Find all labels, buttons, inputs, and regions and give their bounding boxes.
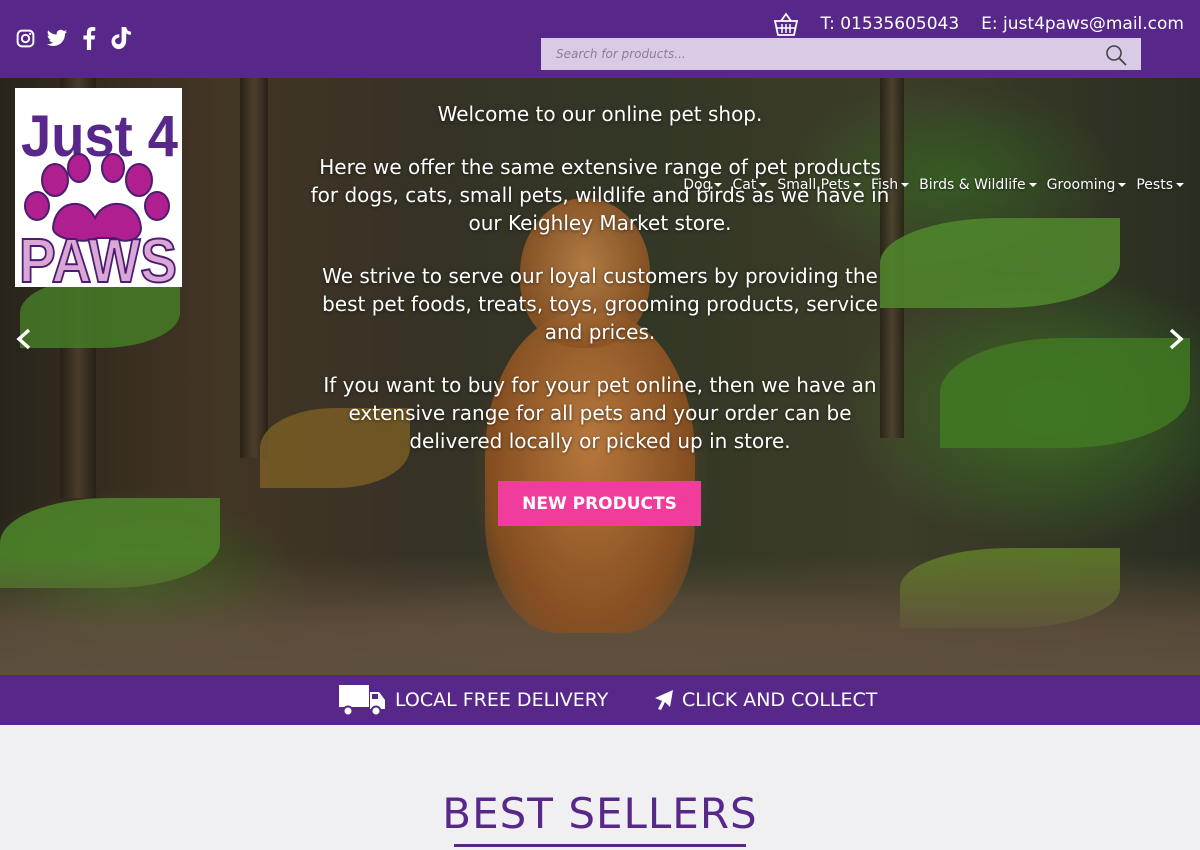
nav-item-grooming[interactable]: Grooming (1047, 177, 1127, 193)
title-underline (454, 844, 746, 847)
caret-down-icon (853, 183, 862, 187)
tiktok-icon[interactable] (110, 26, 132, 50)
email-address[interactable]: E: just4paws@mail.com (981, 14, 1184, 34)
click-collect-label: CLICK AND COLLECT (682, 689, 878, 711)
instagram-icon[interactable] (14, 26, 36, 50)
click-collect-feature: CLICK AND COLLECT (654, 683, 877, 717)
logo-line2: PAWS (19, 227, 177, 287)
nav-item-cat[interactable]: Cat (732, 177, 768, 193)
top-bar: T: 01535605043 E: just4paws@mail.com (0, 0, 1200, 78)
caret-down-icon (1118, 183, 1127, 187)
caret-down-icon (1176, 183, 1184, 187)
cursor-arrow-icon (655, 690, 673, 710)
facebook-icon[interactable] (78, 26, 100, 50)
carousel-next-icon[interactable] (1164, 328, 1186, 350)
caret-down-icon (759, 183, 768, 187)
nav-item-pests[interactable]: Pests (1136, 177, 1184, 193)
hero-paragraph: Here we offer the same extensive range o… (310, 155, 890, 235)
twitter-icon[interactable] (46, 26, 68, 50)
nav-item-small-pets[interactable]: Small Pets (777, 177, 862, 193)
hero-paragraph: We strive to serve our loyal customers b… (322, 264, 878, 344)
nav-item-dog[interactable]: Dog (683, 177, 723, 193)
carousel-prev-icon[interactable] (14, 328, 36, 350)
social-links (14, 26, 132, 50)
nav-item-fish[interactable]: Fish (871, 177, 910, 193)
nav-item-birds-wildlife[interactable]: Birds & Wildlife (919, 177, 1037, 193)
search-input[interactable] (541, 38, 1141, 70)
new-products-button[interactable]: NEW PRODUCTS (498, 481, 701, 526)
search-bar (541, 38, 1141, 70)
caret-down-icon (1028, 183, 1037, 187)
caret-down-icon (714, 183, 723, 187)
best-sellers-title: BEST SELLERS (442, 789, 758, 838)
hero-text: Welcome to our online pet shop. Here we … (310, 100, 890, 480)
service-strip: LOCAL FREE DELIVERY CLICK AND COLLECT (0, 675, 1200, 725)
hero-paragraph: Welcome to our online pet shop. (437, 102, 763, 126)
caret-down-icon (901, 183, 910, 187)
local-delivery-label: LOCAL FREE DELIVERY (395, 689, 609, 711)
local-delivery-feature: LOCAL FREE DELIVERY (338, 683, 608, 717)
site-logo[interactable]: Just 4 PAWS (15, 88, 182, 297)
best-sellers-section: BEST SELLERS (0, 725, 1200, 850)
logo-line1: Just 4 (21, 104, 178, 169)
basket-icon[interactable] (773, 11, 799, 37)
hero-paragraph: If you want to buy for your pet online, … (323, 373, 877, 453)
phone-number[interactable]: T: 01535605043 (821, 14, 960, 34)
delivery-van-icon (339, 685, 385, 717)
search-icon[interactable] (1105, 44, 1127, 66)
contact-info: T: 01535605043 E: just4paws@mail.com (773, 11, 1184, 37)
main-nav: Dog Cat Small Pets Fish Birds & Wildlife… (683, 177, 1184, 193)
